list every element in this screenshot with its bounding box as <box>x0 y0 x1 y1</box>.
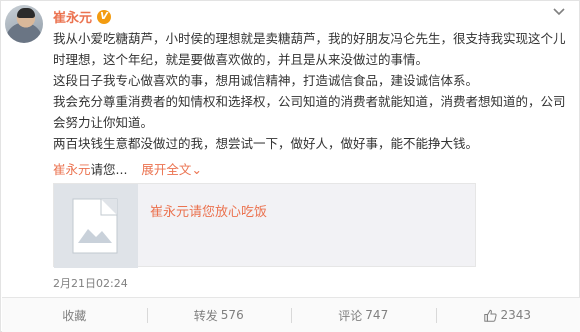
post-header: 崔永元 V <box>53 7 112 26</box>
link-preview-title[interactable]: 崔永元请您放心吃饭 <box>150 201 267 220</box>
link-preview-card[interactable]: 崔永元请您放心吃饭 <box>53 183 476 268</box>
like-count: 2343 <box>500 308 532 322</box>
post-paragraph: 两百块钱生意都没做过的我，想尝试一下，做好人，做好事，能不能挣大钱。 <box>53 136 479 151</box>
verified-icon: V <box>97 9 112 24</box>
chevron-down-icon[interactable] <box>551 5 567 19</box>
expand-arrow-icon: ⌄ <box>191 162 202 177</box>
mention-link[interactable]: 崔永元 <box>53 162 91 177</box>
collect-button[interactable]: 收藏 <box>2 298 147 332</box>
repost-count: 576 <box>220 308 244 322</box>
username-link[interactable]: 崔永元 <box>53 7 92 26</box>
repost-label: 转发 <box>193 308 218 323</box>
link-lead-text: 请您... <box>90 162 128 177</box>
avatar-hair <box>17 8 35 18</box>
comment-button[interactable]: 评论 747 <box>291 298 436 332</box>
post-paragraph: 我会充分尊重消费者的知情权和选择权，公司知道的消费者就能知道，消费者想知道的，公… <box>53 94 566 130</box>
post-timestamp[interactable]: 2月21日02:24 <box>53 275 128 291</box>
collect-label: 收藏 <box>62 308 87 323</box>
link-preview-icon <box>72 198 118 254</box>
thumbs-up-icon <box>484 309 498 322</box>
weibo-post-card: 崔永元 V 我从小爱吃糖葫芦，小时侯的理想就是卖糖葫芦，我的好朋友冯仑先生，很支… <box>0 0 580 332</box>
like-button[interactable]: 2343 <box>435 298 580 332</box>
expand-line: 崔永元请您... 展开全文⌄ <box>53 159 202 180</box>
repost-button[interactable]: 转发 576 <box>146 298 292 332</box>
post-paragraph: 这段日子我专心做喜欢的事，想用诚信精神，打造诚信食品，建设诚信体系。 <box>53 73 479 88</box>
avatar[interactable] <box>5 5 43 43</box>
comment-label: 评论 <box>338 308 363 323</box>
expand-full-text-link[interactable]: 展开全文⌄ <box>141 162 202 177</box>
post-body: 我从小爱吃糖葫芦，小时侯的理想就是卖糖葫芦，我的好朋友冯仑先生，很支持我实现这个… <box>53 28 567 154</box>
action-bar: 收藏 转发 576 评论 747 2343 <box>2 297 580 332</box>
post-paragraph: 我从小爱吃糖葫芦，小时侯的理想就是卖糖葫芦，我的好朋友冯仑先生，很支持我实现这个… <box>53 31 566 67</box>
comment-count: 747 <box>365 308 389 322</box>
link-preview-thumbnail <box>54 184 138 268</box>
expand-label: 展开全文 <box>141 162 192 177</box>
